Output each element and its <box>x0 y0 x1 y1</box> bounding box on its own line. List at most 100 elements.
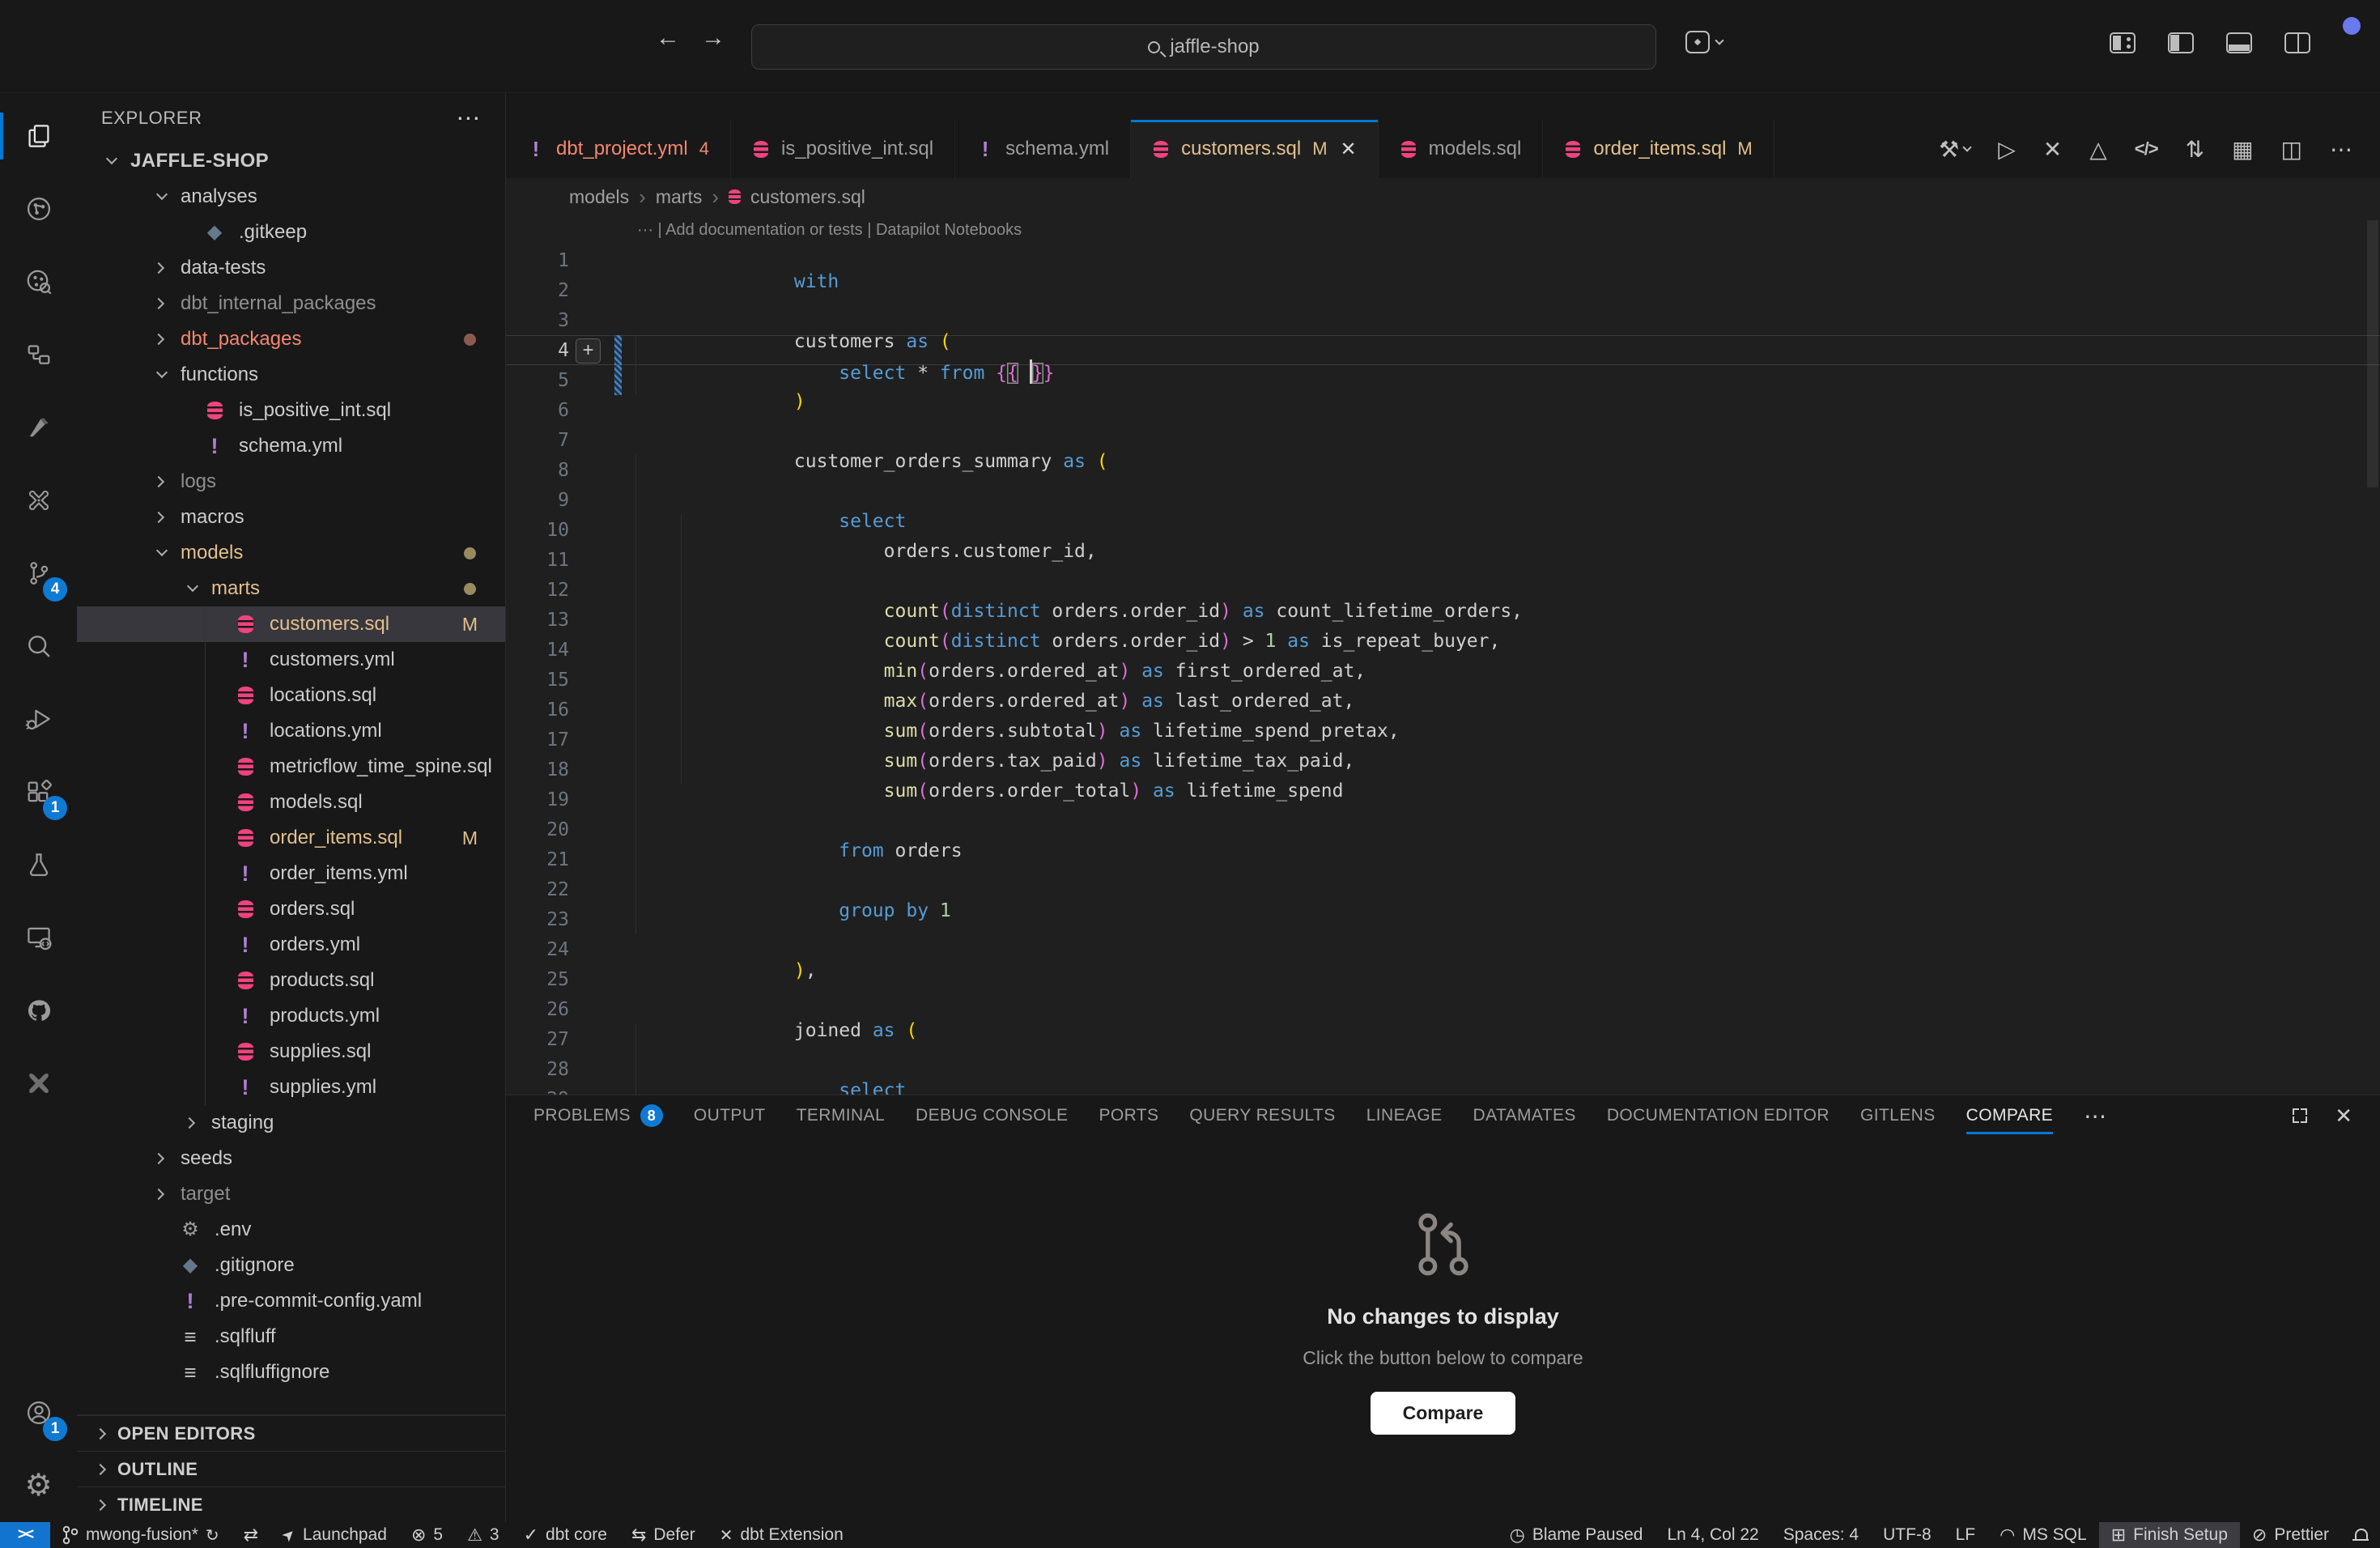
status-item[interactable]: 5 <box>399 1522 455 1548</box>
gutter-decorations[interactable] <box>569 964 637 994</box>
sidebar-section-header[interactable]: OPEN EDITORS <box>77 1415 505 1451</box>
sidebar-section-header[interactable]: TIMELINE <box>77 1486 505 1522</box>
customize-layout-icon[interactable] <box>2110 32 2136 53</box>
tree-item[interactable]: JAFFLE-SHOP <box>77 143 505 179</box>
tree-item[interactable]: models <box>77 535 505 571</box>
tree-item[interactable]: order_items.yml <box>77 856 505 891</box>
gutter-decorations[interactable] <box>569 934 637 964</box>
panel-tab[interactable]: DOCUMENTATION EDITOR <box>1607 1095 1830 1136</box>
gutter-decorations[interactable] <box>569 814 637 844</box>
editor-tab[interactable]: schema.yml <box>955 120 1131 178</box>
panel-tab[interactable]: DEBUG CONSOLE <box>916 1095 1068 1136</box>
activity-run-debug-icon[interactable] <box>0 683 77 755</box>
nav-back-icon[interactable]: ← <box>656 24 680 52</box>
gutter-decorations[interactable] <box>569 605 637 635</box>
tree-item[interactable]: .sqlfluffignore <box>77 1354 505 1390</box>
gutter-decorations[interactable] <box>569 1024 637 1054</box>
panel-more-tabs-icon[interactable]: ⋯ <box>2084 1103 2106 1129</box>
run-model-button[interactable]: ▷ <box>1998 136 2016 163</box>
editor-tab[interactable]: customers.sql M ✕ <box>1131 120 1378 178</box>
tree-item[interactable]: .env <box>77 1212 505 1248</box>
tree-item[interactable]: orders.sql <box>77 891 505 927</box>
status-item[interactable]: Prettier <box>2240 1522 2341 1548</box>
editor-tab[interactable]: models.sql <box>1379 120 1544 178</box>
status-item[interactable]: Defer <box>619 1522 708 1548</box>
maximize-panel-icon[interactable] <box>2293 1108 2307 1123</box>
compare-button[interactable]: Compare <box>1371 1392 1516 1435</box>
gutter-decorations[interactable] <box>569 1084 637 1095</box>
gutter-decorations[interactable] <box>569 1054 637 1084</box>
gutter-decorations[interactable] <box>569 994 637 1024</box>
gutter-decorations[interactable] <box>569 335 637 365</box>
panel-tab[interactable]: LINEAGE <box>1366 1095 1443 1136</box>
nav-forward-icon[interactable]: → <box>701 24 725 52</box>
tree-item[interactable]: metricflow_time_spine.sql <box>77 749 505 785</box>
gutter-decorations[interactable] <box>569 725 637 755</box>
status-item[interactable]: Spaces: 4 <box>1771 1522 1871 1548</box>
tree-item[interactable]: .gitkeep <box>77 215 505 250</box>
gutter-decorations[interactable] <box>569 635 637 665</box>
breadcrumb-item[interactable]: models <box>569 186 629 208</box>
gutter-decorations[interactable] <box>569 844 637 874</box>
status-item[interactable]: Launchpad <box>270 1522 399 1548</box>
close-panel-icon[interactable]: ✕ <box>2335 1104 2352 1129</box>
panel-tab[interactable]: PORTS <box>1099 1095 1158 1136</box>
tree-item[interactable]: data-tests <box>77 250 505 286</box>
panel-tab[interactable]: TERMINAL <box>797 1095 885 1136</box>
gutter-decorations[interactable] <box>569 305 637 335</box>
status-item[interactable]: Blame Paused <box>1498 1522 1655 1548</box>
tree-item[interactable]: locations.sql <box>77 678 505 713</box>
activity-query-history-icon[interactable] <box>0 245 77 318</box>
sidebar-section-header[interactable]: OUTLINE <box>77 1451 505 1486</box>
activity-github-icon[interactable] <box>0 974 77 1047</box>
explorer-more-actions-icon[interactable]: ⋯ <box>456 104 481 133</box>
status-item[interactable]: dbt core <box>512 1522 619 1548</box>
gutter-decorations[interactable] <box>569 575 637 605</box>
tree-item[interactable]: order_items.sql M <box>77 820 505 856</box>
panel-tab[interactable]: OUTPUT <box>694 1095 766 1136</box>
tree-item[interactable]: target <box>77 1176 505 1212</box>
status-item[interactable] <box>232 1522 270 1548</box>
copilot-menu[interactable] <box>1685 31 1723 53</box>
tree-item[interactable]: .pre-commit-config.yaml <box>77 1283 505 1319</box>
dbt-docs-button[interactable]: △ <box>2089 136 2107 163</box>
gutter-decorations[interactable] <box>569 455 637 485</box>
tree-item[interactable]: analyses <box>77 179 505 215</box>
gutter-decorations[interactable] <box>569 365 637 395</box>
gutter-decorations[interactable] <box>569 904 637 934</box>
tree-item[interactable]: schema.yml <box>77 428 505 464</box>
status-item[interactable]: mwong-fusion* ↻ <box>50 1522 232 1548</box>
breadcrumb-file[interactable]: customers.sql <box>750 186 865 208</box>
code-editor[interactable]: ··· | Add documentation or tests | Datap… <box>506 215 2380 1095</box>
more-actions-button[interactable]: ⋯ <box>2330 136 2352 163</box>
tree-item[interactable]: is_positive_int.sql <box>77 393 505 428</box>
tree-item[interactable]: staging <box>77 1105 505 1141</box>
tree-item[interactable]: dbt_packages <box>77 321 505 357</box>
editor-tab[interactable]: is_positive_int.sql <box>731 120 955 178</box>
activity-source-control-icon[interactable]: 4 <box>0 537 77 610</box>
panel-tab[interactable]: COMPARE <box>1966 1095 2053 1136</box>
code-line[interactable]: 29 customers.*, <box>506 1084 2380 1095</box>
gutter-decorations[interactable] <box>569 874 637 904</box>
tree-item[interactable]: dbt_internal_packages <box>77 286 505 321</box>
status-item[interactable]: LF <box>1944 1522 1988 1548</box>
activity-remote-explorer-icon[interactable] <box>0 901 77 974</box>
activity-explorer-icon[interactable] <box>0 100 77 172</box>
editor-scrollbar[interactable] <box>2367 220 2378 487</box>
activity-dbt-icon[interactable] <box>0 391 77 464</box>
gutter-decorations[interactable] <box>569 485 637 515</box>
tree-item[interactable]: seeds <box>77 1141 505 1176</box>
tree-item[interactable]: logs <box>77 464 505 500</box>
editor-tab[interactable]: dbt_project.yml 4 <box>506 120 731 178</box>
toggle-panel-icon[interactable] <box>2226 32 2252 53</box>
gutter-decorations[interactable] <box>569 245 637 275</box>
gutter-decorations[interactable] <box>569 425 637 455</box>
panel-tab[interactable]: PROBLEMS 8 <box>533 1095 663 1136</box>
editor-tab[interactable]: order_items.sql M <box>1543 120 1774 178</box>
tree-item[interactable]: locations.yml <box>77 713 505 749</box>
remote-indicator[interactable]: >< <box>0 1522 50 1548</box>
build-dbt-model-button[interactable]: ⚒ <box>1939 136 1970 163</box>
tree-item[interactable]: supplies.yml <box>77 1070 505 1105</box>
toggle-primary-sidebar-icon[interactable] <box>2168 32 2194 53</box>
tree-item[interactable]: products.sql <box>77 963 505 998</box>
